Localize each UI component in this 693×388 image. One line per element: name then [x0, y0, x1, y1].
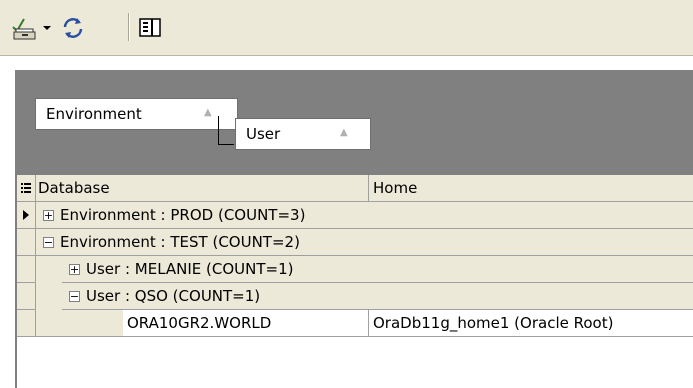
collapse-icon[interactable]: − [69, 290, 80, 302]
column-header-label: Database [38, 179, 110, 197]
group-label: Environment : PROD (COUNT=3) [60, 206, 306, 224]
sort-ascending-icon: ▲ [340, 127, 348, 138]
columns-button[interactable] [135, 14, 165, 42]
group-cell: − Environment : TEST (COUNT=2) [36, 229, 693, 256]
table-row[interactable]: ORA10GR2.WORLD OraDb11g_home1 (Oracle Ro… [17, 310, 693, 337]
group-row[interactable]: − Environment : TEST (COUNT=2) [17, 229, 693, 256]
data-grid: Environment ▲ User ▲ Database Home + Env… [15, 70, 693, 388]
cell-text: ORA10GR2.WORLD [127, 314, 272, 332]
column-header-row: Database Home [17, 175, 693, 202]
row-selector[interactable] [17, 229, 36, 256]
columns-icon [139, 18, 161, 37]
row-selector[interactable] [17, 283, 36, 310]
row-selector[interactable] [17, 310, 36, 337]
group-cell: − User : QSO (COUNT=1) [62, 283, 693, 310]
column-header-database[interactable]: Database [36, 175, 369, 201]
sort-ascending-icon: ▲ [204, 107, 212, 118]
group-chip-environment[interactable]: Environment ▲ [35, 98, 238, 130]
group-chip-user[interactable]: User ▲ [235, 118, 371, 150]
collapse-icon[interactable]: − [43, 236, 54, 248]
group-row[interactable]: − User : QSO (COUNT=1) [17, 283, 693, 310]
group-label: User : QSO (COUNT=1) [86, 287, 261, 305]
edit-list-icon [12, 18, 36, 40]
group-indent [36, 283, 62, 310]
current-row-arrow-icon [23, 210, 29, 220]
group-indent [36, 256, 62, 283]
column-header-label: Home [373, 179, 418, 197]
column-header-home[interactable]: Home [369, 175, 693, 201]
group-by-area[interactable]: Environment ▲ User ▲ [17, 72, 693, 175]
edit-list-dropdown-button[interactable] [40, 14, 54, 42]
list-icon [21, 183, 31, 193]
group-connector [218, 116, 234, 145]
group-label: User : MELANIE (COUNT=1) [86, 260, 294, 278]
group-chip-label: Environment [46, 105, 142, 123]
edit-list-button[interactable] [10, 14, 38, 42]
row-selector[interactable] [17, 256, 36, 283]
refresh-icon [63, 18, 83, 38]
group-row[interactable]: + Environment : PROD (COUNT=3) [17, 202, 693, 229]
chevron-down-icon [43, 26, 51, 30]
group-cell: + User : MELANIE (COUNT=1) [62, 256, 693, 283]
column-chooser-button[interactable] [17, 175, 36, 201]
group-row[interactable]: + User : MELANIE (COUNT=1) [17, 256, 693, 283]
cell-text: OraDb11g_home1 (Oracle Root) [373, 314, 614, 332]
group-indent [36, 310, 123, 337]
home-cell[interactable]: OraDb11g_home1 (Oracle Root) [369, 310, 693, 337]
toolbar-separator [128, 13, 129, 41]
database-cell[interactable]: ORA10GR2.WORLD [123, 310, 369, 337]
expand-icon[interactable]: + [69, 263, 80, 275]
group-chip-label: User [246, 125, 281, 143]
row-selector[interactable] [17, 202, 36, 229]
group-cell: + Environment : PROD (COUNT=3) [36, 202, 693, 229]
group-label: Environment : TEST (COUNT=2) [60, 233, 300, 251]
toolbar [0, 0, 693, 56]
expand-icon[interactable]: + [43, 209, 54, 221]
refresh-button[interactable] [58, 14, 88, 42]
